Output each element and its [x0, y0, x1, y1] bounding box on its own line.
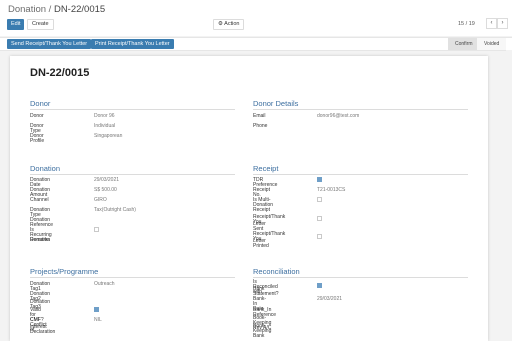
breadcrumb-parent[interactable]: Donation	[8, 4, 46, 15]
field-label: Phone	[253, 123, 268, 129]
multi-donation-checkbox[interactable]	[317, 197, 322, 202]
cmf-conflict-value[interactable]: NIL	[94, 317, 102, 323]
reconciled-checkbox[interactable]	[317, 283, 322, 288]
pager-next-button[interactable]: ›	[497, 18, 508, 29]
breadcrumb-separator: /	[48, 4, 52, 15]
section-donation-title: Donation	[30, 164, 61, 173]
field-label: Receipt	[253, 207, 270, 213]
donation-amount-value[interactable]: S$ 500.00	[94, 187, 117, 193]
section-receipt-title: Receipt	[253, 164, 279, 173]
form-sheet: DN-22/0015 Donor Donor Donor 96 Donor Typ…	[10, 56, 488, 341]
field-label: Letter Printed	[253, 238, 269, 250]
donor-value[interactable]: Donor 96	[94, 113, 115, 119]
receipt-printed-checkbox[interactable]	[317, 234, 322, 239]
print-receipt-button[interactable]: Print Receipt/Thank You Letter	[91, 39, 174, 49]
pager-counter[interactable]: 15 / 19	[458, 21, 475, 27]
field-label: Email	[253, 113, 266, 119]
section-divider	[30, 277, 235, 278]
email-value[interactable]: donor96@test.com	[317, 113, 359, 119]
donation-type-value[interactable]: Tax(Outright Cash)	[94, 207, 136, 213]
pager-previous-button[interactable]: ‹	[486, 18, 497, 29]
create-button[interactable]: Create	[27, 19, 54, 30]
field-label: Donor	[30, 113, 44, 119]
record-title: DN-22/0015	[30, 67, 90, 79]
breadcrumb: Donation / DN-22/0015	[8, 4, 105, 15]
section-projects-title: Projects/Programme	[30, 267, 99, 276]
field-label: Remarks	[30, 237, 51, 243]
status-confirm[interactable]: Confirm	[448, 38, 480, 50]
breadcrumb-current: DN-22/0015	[53, 4, 106, 15]
section-divider	[253, 174, 468, 175]
donation-tag1-value[interactable]: Outreach	[94, 281, 115, 287]
control-panel: Donation / DN-22/0015 Edit Create ⚙ Acti…	[0, 0, 512, 36]
valid-cmf-checkbox[interactable]	[94, 307, 99, 312]
field-label: Channel	[30, 197, 49, 203]
send-receipt-button[interactable]: Send Receipt/Thank You Letter	[7, 39, 92, 49]
gear-icon: ⚙	[218, 21, 223, 27]
receipt-sent-checkbox[interactable]	[317, 216, 322, 221]
section-divider	[30, 174, 235, 175]
section-reconciliation-title: Reconciliation	[253, 267, 300, 276]
section-donor-details-title: Donor Details	[253, 99, 299, 108]
recurring-donation-checkbox[interactable]	[94, 227, 99, 232]
donor-type-value[interactable]: Individual	[94, 123, 115, 129]
page-scrollbar[interactable]	[506, 50, 512, 333]
donor-profile-value[interactable]: Singaporean	[94, 133, 122, 139]
section-divider	[30, 109, 235, 110]
receipt-no-value[interactable]: T21-0013CS	[317, 187, 345, 193]
field-label: Donor Profile	[30, 133, 45, 145]
donation-date-value[interactable]: 29/03/2021	[94, 177, 119, 183]
edit-button[interactable]: Edit	[7, 19, 25, 30]
action-label: Action	[224, 21, 240, 27]
status-voided[interactable]: Voided	[477, 38, 507, 50]
tdr-preference-checkbox[interactable]	[317, 177, 322, 182]
chevron-right-icon: ›	[501, 20, 504, 26]
bank-in-date-value[interactable]: 29/03/2021	[317, 296, 342, 302]
section-divider	[253, 277, 468, 278]
action-dropdown-button[interactable]: ⚙ Action	[213, 19, 245, 30]
section-donor-title: Donor	[30, 99, 51, 108]
field-label: Interest Declaration	[30, 324, 56, 336]
section-divider	[253, 109, 468, 110]
field-label: Book-Keeping Bank	[253, 323, 272, 340]
form-header: Send Receipt/Thank You Letter Print Rece…	[0, 37, 512, 51]
channel-value[interactable]: GIRO	[94, 197, 107, 203]
chevron-left-icon: ‹	[490, 20, 493, 26]
